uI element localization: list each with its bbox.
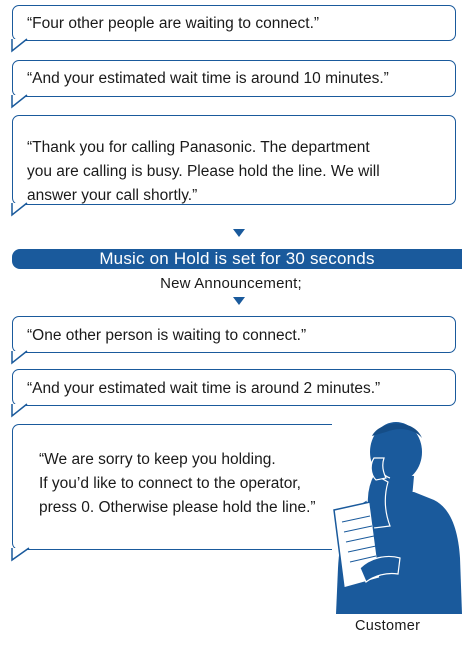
announcement-line: “Thank you for calling Panasonic. The de… <box>27 139 370 156</box>
new-announcement-label: New Announcement; <box>160 275 302 292</box>
announcement-bubble-wait-two-minutes: “And your estimated wait time is around … <box>11 369 456 418</box>
person-on-phone-icon <box>333 422 462 614</box>
announcement-bubble-wait-ten-minutes: “And your estimated wait time is around … <box>11 60 456 109</box>
announcement-line: press 0. Otherwise please hold the line.… <box>39 499 316 516</box>
announcement-line: you are calling is busy. Please hold the… <box>27 163 380 180</box>
announcement-text: “And your estimated wait time is around … <box>27 380 381 397</box>
announcement-line: If you’d like to connect to the operator… <box>39 475 301 492</box>
bubble-tail <box>11 403 28 418</box>
bubble-tail <box>11 38 28 53</box>
down-arrow-icon <box>233 297 245 305</box>
bubble-tail <box>11 350 28 365</box>
bubble-tail <box>11 94 28 109</box>
announcement-text: “One other person is waiting to connect.… <box>27 327 307 344</box>
announcement-text: “Four other people are waiting to connec… <box>27 15 320 32</box>
announcement-bubble-department-busy: “Thank you for calling Panasonic. The de… <box>11 115 456 217</box>
bubble-tail <box>11 547 30 562</box>
announcement-bubble-operator-option: “We are sorry to keep you holding. If yo… <box>11 424 332 562</box>
bubble-tail <box>11 202 28 217</box>
announcement-bubble-waiting-four: “Four other people are waiting to connec… <box>11 5 456 53</box>
down-arrow-icon <box>233 229 245 237</box>
announcement-line: “We are sorry to keep you holding. <box>39 451 276 468</box>
announcement-bubble-waiting-one: “One other person is waiting to connect.… <box>11 316 456 365</box>
announcement-line: answer your call shortly.” <box>27 187 198 204</box>
customer-label: Customer <box>355 618 421 634</box>
announcement-text: “And your estimated wait time is around … <box>27 70 389 87</box>
music-on-hold-banner: Music on Hold is set for 30 seconds <box>12 249 462 269</box>
